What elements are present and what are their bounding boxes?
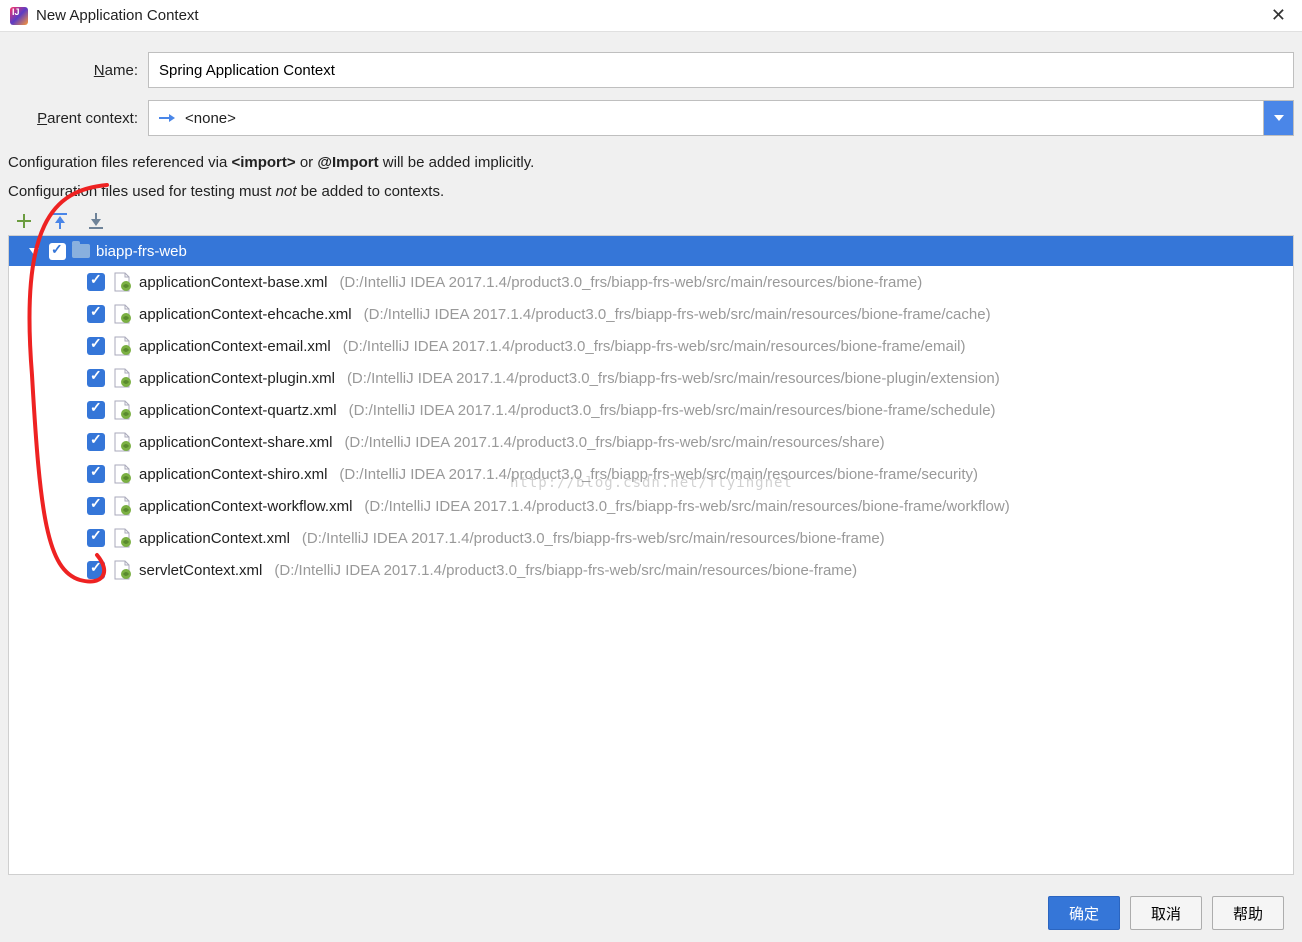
tree-file-row[interactable]: applicationContext-plugin.xml (D:/Intelli… <box>9 362 1293 394</box>
tree-toolbar <box>8 205 1294 235</box>
file-path: (D:/IntelliJ IDEA 2017.1.4/product3.0_fr… <box>302 530 885 547</box>
file-path: (D:/IntelliJ IDEA 2017.1.4/product3.0_fr… <box>364 306 991 323</box>
expand-all-icon[interactable] <box>50 211 70 231</box>
ok-button[interactable]: 确定 <box>1048 896 1120 930</box>
tree-file-row[interactable]: applicationContext-workflow.xml (D:/Intel… <box>9 490 1293 522</box>
spring-xml-icon <box>113 432 131 452</box>
file-checkbox[interactable] <box>87 369 105 387</box>
spring-xml-icon <box>113 272 131 292</box>
file-path: (D:/IntelliJ IDEA 2017.1.4/product3.0_fr… <box>274 562 857 579</box>
tree-file-row[interactable]: servletContext.xml (D:/IntelliJ IDEA 2017… <box>9 554 1293 586</box>
titlebar: New Application Context ✕ <box>0 0 1302 32</box>
file-name: applicationContext-shiro.xml <box>139 466 327 483</box>
parent-context-value: <none> <box>185 110 1263 127</box>
spring-xml-icon <box>113 496 131 516</box>
tree-file-row[interactable]: applicationContext-base.xml (D:/IntelliJ … <box>9 266 1293 298</box>
intellij-icon <box>10 7 28 25</box>
file-path: (D:/IntelliJ IDEA 2017.1.4/product3.0_fr… <box>349 402 996 419</box>
file-name: applicationContext-quartz.xml <box>139 402 337 419</box>
tree-file-row[interactable]: applicationContext-ehcache.xml (D:/Intell… <box>9 298 1293 330</box>
file-name: applicationContext-email.xml <box>139 338 331 355</box>
add-icon[interactable] <box>14 211 34 231</box>
spring-xml-icon <box>113 560 131 580</box>
file-name: applicationContext.xml <box>139 530 290 547</box>
tree-file-row[interactable]: applicationContext.xml (D:/IntelliJ IDEA … <box>9 522 1293 554</box>
info-line-1: Configuration files referenced via <impo… <box>8 148 1294 177</box>
parent-context-combo[interactable]: <none> <box>148 100 1294 136</box>
spring-xml-icon <box>113 368 131 388</box>
file-checkbox[interactable] <box>87 305 105 323</box>
combo-dropdown-button[interactable] <box>1263 101 1293 135</box>
file-checkbox[interactable] <box>87 561 105 579</box>
file-checkbox[interactable] <box>87 529 105 547</box>
file-checkbox[interactable] <box>87 401 105 419</box>
root-checkbox[interactable] <box>49 243 66 260</box>
file-name: applicationContext-share.xml <box>139 434 332 451</box>
collapse-all-icon[interactable] <box>86 211 106 231</box>
file-checkbox[interactable] <box>87 337 105 355</box>
tree-file-row[interactable]: applicationContext-share.xml (D:/IntelliJ… <box>9 426 1293 458</box>
file-checkbox[interactable] <box>87 433 105 451</box>
file-name: applicationContext-base.xml <box>139 274 327 291</box>
file-path: (D:/IntelliJ IDEA 2017.1.4/product3.0_fr… <box>343 338 966 355</box>
file-path: (D:/IntelliJ IDEA 2017.1.4/product3.0_fr… <box>364 498 1009 515</box>
folder-icon <box>72 244 90 258</box>
dialog-buttons: 确定 取消 帮助 <box>1048 896 1284 930</box>
parent-context-label: Parent context: <box>8 110 148 127</box>
file-name: applicationContext-plugin.xml <box>139 370 335 387</box>
file-path: (D:/IntelliJ IDEA 2017.1.4/product3.0_fr… <box>339 466 978 483</box>
spring-xml-icon <box>113 400 131 420</box>
tree-root-row[interactable]: biapp-frs-web <box>9 236 1293 266</box>
close-icon[interactable]: ✕ <box>1265 5 1292 26</box>
file-path: (D:/IntelliJ IDEA 2017.1.4/product3.0_fr… <box>339 274 922 291</box>
file-checkbox[interactable] <box>87 465 105 483</box>
file-name: applicationContext-ehcache.xml <box>139 306 352 323</box>
name-label: Name: <box>8 62 148 79</box>
tree-file-row[interactable]: applicationContext-email.xml (D:/IntelliJ… <box>9 330 1293 362</box>
chevron-down-icon <box>1274 115 1284 121</box>
config-files-tree[interactable]: biapp-frs-web applicationContext-base.xm… <box>8 235 1294 875</box>
file-checkbox[interactable] <box>87 273 105 291</box>
file-path: (D:/IntelliJ IDEA 2017.1.4/product3.0_fr… <box>347 370 1000 387</box>
file-path: (D:/IntelliJ IDEA 2017.1.4/product3.0_fr… <box>344 434 884 451</box>
tree-file-row[interactable]: applicationContext-quartz.xml (D:/Intelli… <box>9 394 1293 426</box>
root-label: biapp-frs-web <box>96 243 187 260</box>
spring-xml-icon <box>113 304 131 324</box>
window-title: New Application Context <box>36 7 1265 24</box>
tree-file-row[interactable]: applicationContext-shiro.xml (D:/IntelliJ… <box>9 458 1293 490</box>
file-name: applicationContext-workflow.xml <box>139 498 352 515</box>
cancel-button[interactable]: 取消 <box>1130 896 1202 930</box>
spring-xml-icon <box>113 528 131 548</box>
file-checkbox[interactable] <box>87 497 105 515</box>
name-input[interactable] <box>148 52 1294 88</box>
spring-xml-icon <box>113 464 131 484</box>
arrow-right-icon <box>159 112 175 124</box>
help-button[interactable]: 帮助 <box>1212 896 1284 930</box>
file-name: servletContext.xml <box>139 562 262 579</box>
info-line-2: Configuration files used for testing mus… <box>8 177 1294 206</box>
expand-triangle-icon[interactable] <box>29 248 39 255</box>
spring-xml-icon <box>113 336 131 356</box>
